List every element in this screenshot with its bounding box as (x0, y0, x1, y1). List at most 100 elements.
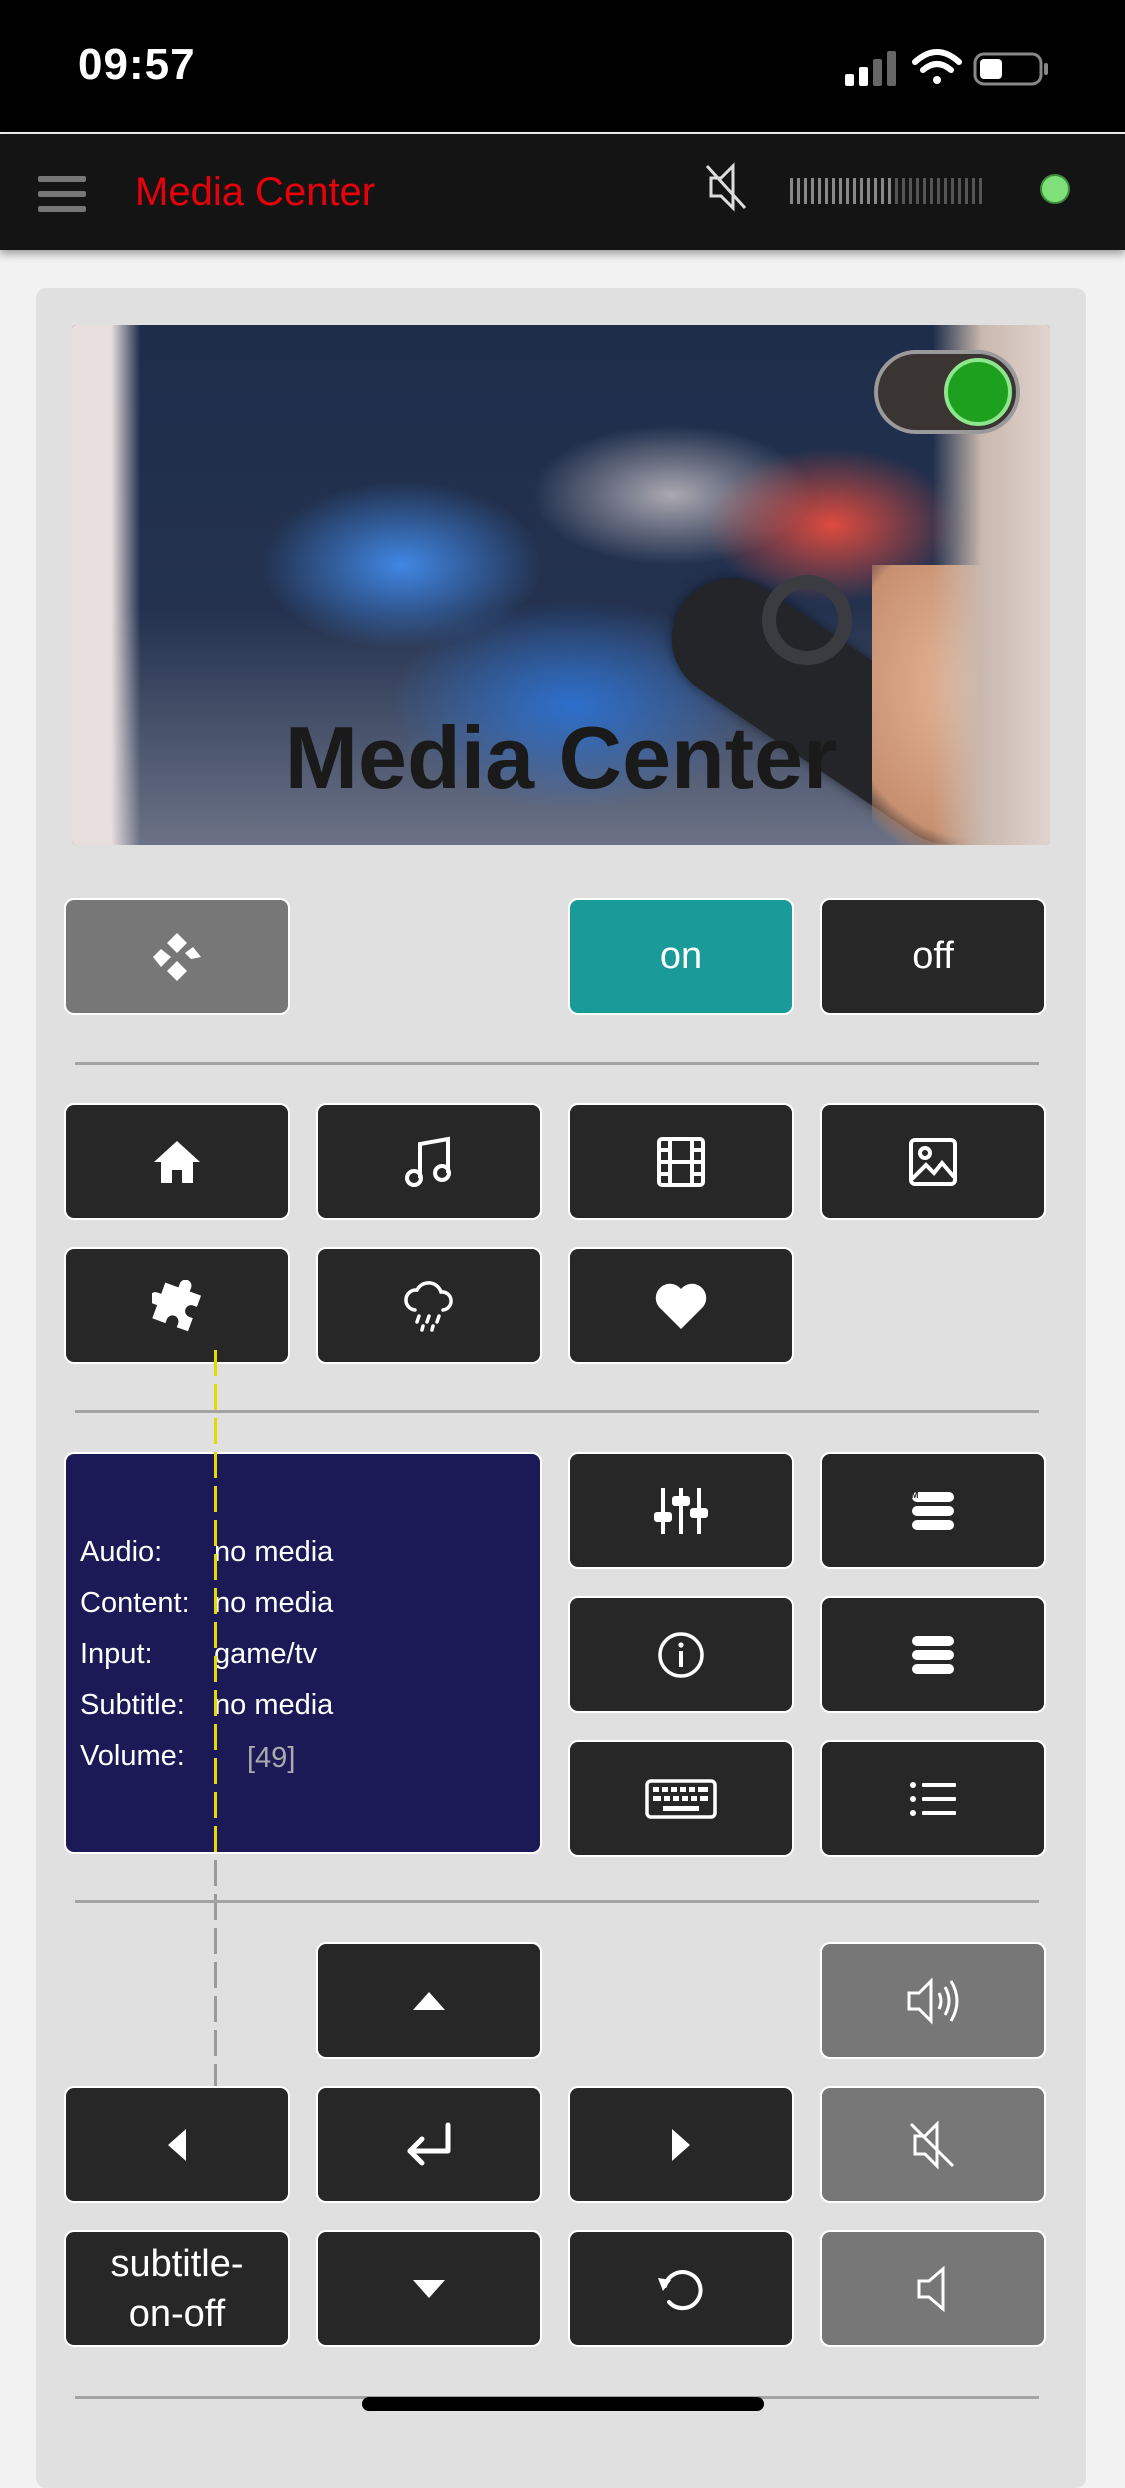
subtitle-label-line1: subtitle- (110, 2242, 244, 2285)
volume-value: [49] (247, 1741, 296, 1774)
mute-toggle-icon (909, 2119, 955, 2170)
volume-tick (214, 1622, 217, 1648)
info-value: no media (214, 1587, 334, 1619)
volume-up-icon (907, 1976, 959, 2025)
info-key: Subtitle: (80, 1689, 185, 1721)
volume-bar-indicator (790, 174, 990, 213)
right-button[interactable] (568, 2086, 794, 2203)
status-time: 09:57 (78, 40, 196, 89)
wifi-icon (912, 49, 962, 84)
app-bar: Media Center (0, 134, 1125, 250)
volume-tick (214, 1452, 217, 1478)
info-value: game/tv (214, 1638, 318, 1670)
volume-tick (214, 1928, 217, 1954)
subtitle-on-off-button[interactable]: subtitle- on-off (64, 2230, 290, 2347)
music-icon (405, 1136, 451, 1187)
film-icon (657, 1136, 705, 1187)
info-key: Input: (80, 1638, 153, 1670)
caret-right-icon (672, 2128, 690, 2161)
now-playing-info-panel: Audio: no media Content: no media Input:… (64, 1350, 542, 2158)
keyboard-button[interactable] (568, 1740, 794, 1857)
signal-icon (845, 51, 896, 86)
volume-tick (214, 1724, 217, 1750)
volume-tick (214, 1384, 217, 1410)
enter-icon (407, 2122, 451, 2165)
status-bar: 09:57 (0, 0, 1125, 132)
volume-tick (214, 1656, 217, 1682)
home-button[interactable] (64, 1103, 290, 1220)
audio-settings-button[interactable] (568, 1452, 794, 1569)
volume-tick (214, 1894, 217, 1920)
list-icon (910, 1781, 956, 1816)
volume-down-button[interactable] (820, 2230, 1046, 2347)
on-button[interactable]: on (568, 898, 794, 1015)
status-icons (845, 48, 1085, 88)
volume-tick (214, 1520, 217, 1546)
volume-tick (214, 2030, 217, 2056)
down-button[interactable] (316, 2230, 542, 2347)
volume-tick (214, 1860, 217, 1886)
favorites-button[interactable] (568, 1247, 794, 1364)
sliders-icon (654, 1487, 708, 1534)
app-title: Media Center (135, 170, 376, 214)
home-indicator (362, 2397, 764, 2411)
volume-tick (214, 1792, 217, 1818)
info-icon (658, 1631, 704, 1678)
kodi-icon (153, 932, 201, 981)
list-button[interactable] (820, 1740, 1046, 1857)
hamburger-menu-icon[interactable] (38, 174, 86, 219)
mute-button[interactable] (820, 2086, 1046, 2203)
menu-m-button[interactable]: M (820, 1452, 1046, 1569)
weather-button[interactable] (316, 1247, 542, 1364)
volume-up-button[interactable] (820, 1942, 1046, 2059)
movies-button[interactable] (568, 1103, 794, 1220)
volume-tick (214, 1554, 217, 1580)
volume-meter: [49] (214, 1350, 296, 2158)
addons-button[interactable] (64, 1247, 290, 1364)
volume-tick (214, 1588, 217, 1614)
divider (75, 1062, 1039, 1065)
keyboard-icon (645, 1778, 717, 1819)
info-key: Audio: (80, 1536, 163, 1568)
up-button[interactable] (316, 1942, 542, 2059)
off-button[interactable]: off (820, 898, 1046, 1015)
toggle-knob (944, 358, 1012, 426)
mute-icon[interactable] (703, 160, 749, 219)
puzzle-icon (152, 1279, 202, 1331)
volume-tick (214, 1826, 217, 1852)
heart-icon (655, 1283, 707, 1329)
undo-icon (658, 2269, 703, 2310)
info-key: Volume: (80, 1740, 185, 1772)
svg-text:M: M (911, 1490, 919, 1500)
select-button[interactable] (316, 2086, 542, 2203)
power-toggle[interactable] (874, 350, 1020, 434)
image-icon (909, 1137, 957, 1186)
volume-tick (214, 1758, 217, 1784)
divider (75, 1900, 1039, 1903)
volume-tick (214, 1996, 217, 2022)
caret-down-icon (413, 2279, 445, 2298)
info-value: no media (214, 1689, 334, 1721)
info-button[interactable] (568, 1596, 794, 1713)
connection-status-dot (1040, 174, 1070, 204)
menu-stack-m-icon: M (911, 1490, 954, 1530)
caret-left-icon (168, 2128, 186, 2161)
info-value: no media (214, 1536, 334, 1568)
back-button[interactable] (568, 2230, 794, 2347)
subtitle-label-line2: on-off (128, 2292, 226, 2335)
info-key: Content: (80, 1587, 190, 1619)
volume-tick (214, 1962, 217, 1988)
kodi-button[interactable] (64, 898, 290, 1015)
volume-tick (214, 1690, 217, 1716)
volume-tick (214, 1486, 217, 1512)
left-button[interactable] (64, 2086, 290, 2203)
cloud-rain-icon (404, 1280, 453, 1332)
music-button[interactable] (316, 1103, 542, 1220)
menu-button[interactable] (820, 1596, 1046, 1713)
volume-tick (214, 1418, 217, 1444)
volume-down-icon (917, 2265, 945, 2312)
volume-ticks (214, 1350, 221, 2166)
battery-icon (973, 52, 1048, 86)
caret-up-icon (413, 1991, 445, 2010)
pictures-button[interactable] (820, 1103, 1046, 1220)
